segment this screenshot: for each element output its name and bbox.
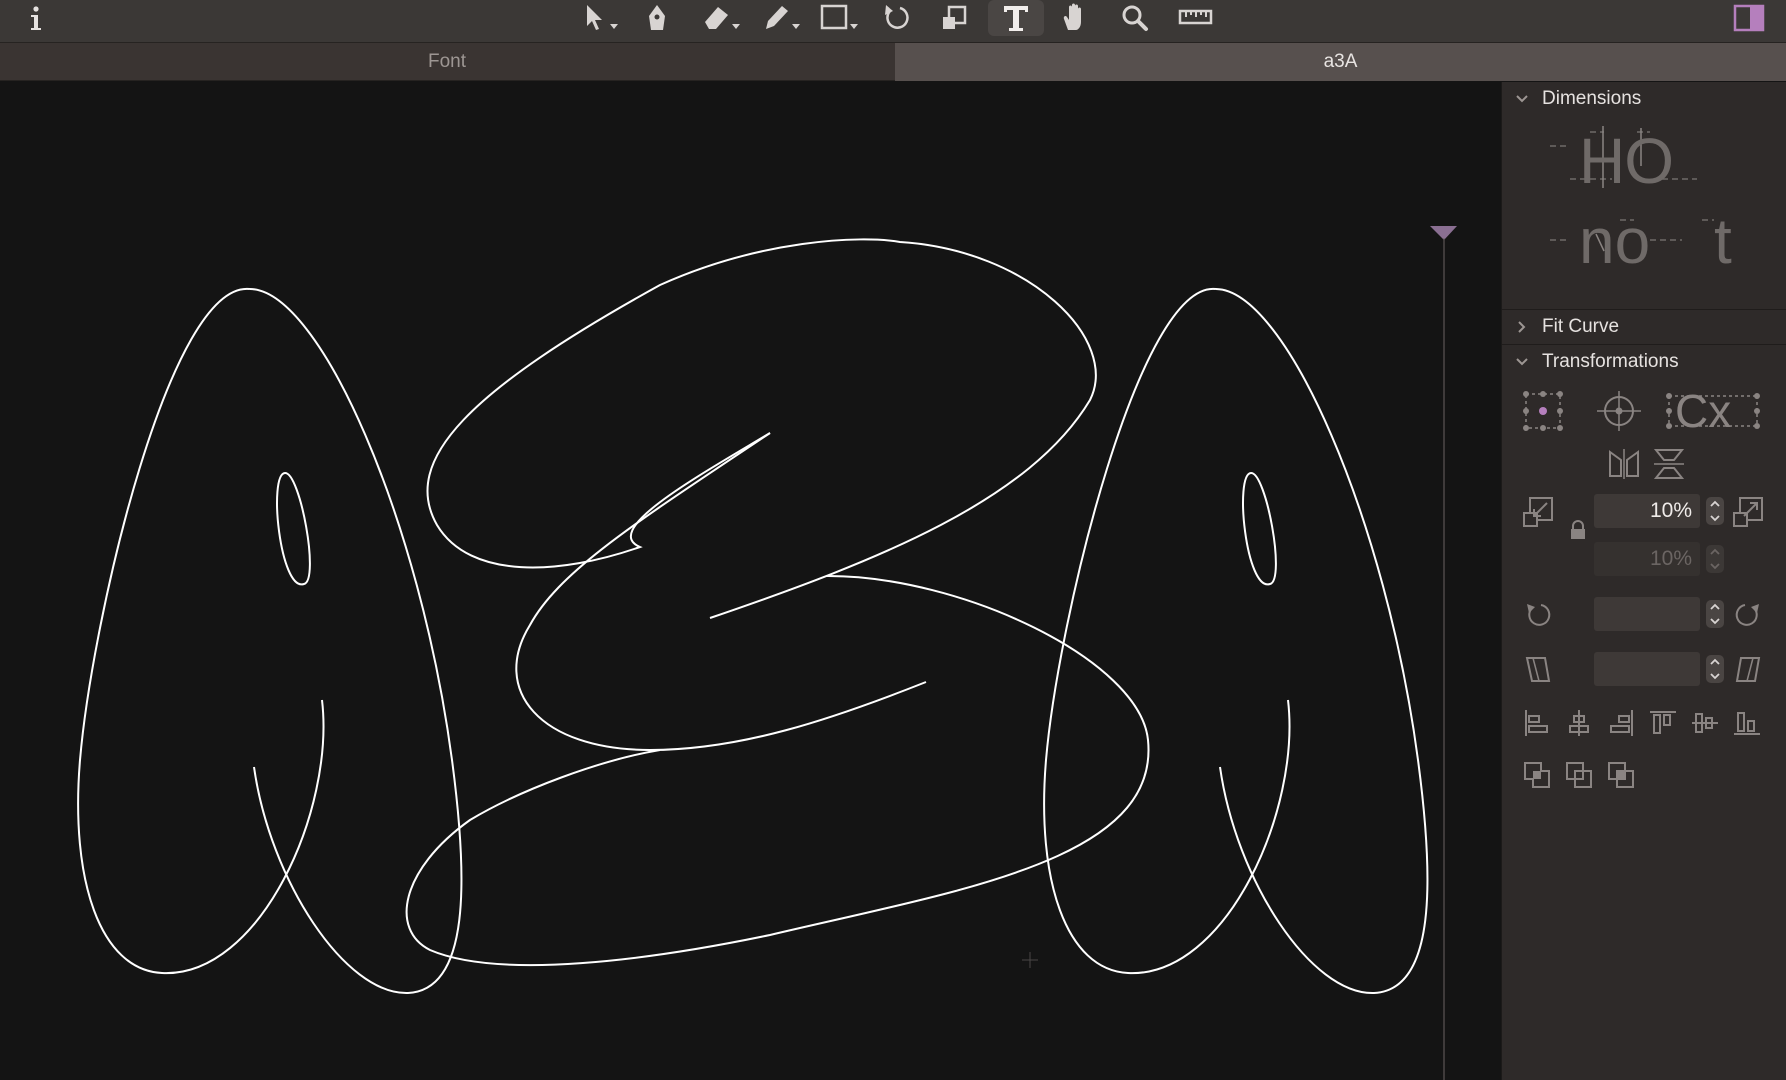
glyph-outlines[interactable] bbox=[0, 82, 1501, 1080]
slant-stepper[interactable] bbox=[1706, 655, 1724, 683]
pencil-tool-icon[interactable] bbox=[760, 0, 804, 36]
align-left-icon[interactable] bbox=[1520, 706, 1554, 740]
scale-x-input[interactable]: 10% bbox=[1594, 494, 1700, 528]
transform-origin-metrics-button[interactable] bbox=[1593, 387, 1645, 435]
scale-up-button[interactable] bbox=[1728, 492, 1768, 532]
subtract-icon[interactable] bbox=[1562, 758, 1596, 792]
rotate-input[interactable] bbox=[1594, 597, 1700, 631]
measure-tool-icon[interactable] bbox=[1176, 0, 1216, 36]
scale-y-input[interactable]: 10% bbox=[1594, 542, 1700, 576]
middle-glyph-lower-loop bbox=[405, 574, 1150, 967]
tab-bar: Font a3A bbox=[0, 43, 1786, 81]
advance-marker bbox=[1430, 226, 1457, 240]
tab-font-label: Font bbox=[427, 51, 467, 72]
align-bottom-icon[interactable] bbox=[1730, 706, 1764, 740]
transform-origin-selection-button[interactable] bbox=[1519, 387, 1567, 435]
chevron-down-icon bbox=[1502, 357, 1542, 367]
glyph-canvas[interactable] bbox=[0, 82, 1501, 1080]
dimensions-title: Dimensions bbox=[1542, 88, 1642, 109]
tab-font[interactable]: Font bbox=[0, 43, 894, 81]
scale-y-stepper[interactable] bbox=[1706, 545, 1724, 573]
chevron-right-icon bbox=[1502, 320, 1542, 334]
slant-right-button[interactable] bbox=[1730, 651, 1766, 687]
union-icon[interactable] bbox=[1520, 758, 1554, 792]
right-glyph-counter bbox=[1242, 471, 1277, 586]
align-middle-icon[interactable] bbox=[1688, 706, 1722, 740]
info-icon[interactable] bbox=[20, 0, 52, 36]
dimensions-preview: HO no t bbox=[1502, 116, 1786, 282]
transform-origin-glyph-button[interactable]: Cx bbox=[1663, 387, 1763, 435]
left-glyph-outer-contour bbox=[77, 287, 325, 975]
zoom-tool-icon[interactable] bbox=[1118, 0, 1152, 36]
slant-input[interactable] bbox=[1594, 652, 1700, 686]
rotate-clockwise-button[interactable] bbox=[1730, 596, 1766, 632]
intersect-icon[interactable] bbox=[1604, 758, 1638, 792]
hand-tool-icon[interactable] bbox=[1059, 0, 1093, 36]
dimensions-preview-ho: HO bbox=[1579, 125, 1674, 197]
origin-mark bbox=[1022, 952, 1038, 968]
transformations-header[interactable]: Transformations bbox=[1502, 345, 1786, 379]
rectangle-tool-icon[interactable] bbox=[818, 0, 864, 36]
rotate-tool-icon[interactable] bbox=[880, 0, 914, 36]
align-right-icon[interactable] bbox=[1604, 706, 1638, 740]
tab-a3a[interactable]: a3A bbox=[895, 43, 1786, 81]
pen-tool-icon[interactable] bbox=[643, 0, 673, 36]
dimensions-header[interactable]: Dimensions bbox=[1502, 82, 1786, 116]
left-glyph-tail bbox=[249, 288, 463, 995]
toolbar bbox=[0, 0, 1786, 43]
svg-text:Cx: Cx bbox=[1675, 389, 1731, 433]
right-panel: Dimensions HO no t Fit Curve Transformat… bbox=[1501, 82, 1786, 1080]
right-glyph-tail bbox=[1215, 288, 1429, 995]
lock-icon[interactable] bbox=[1566, 518, 1590, 542]
left-glyph-counter bbox=[276, 471, 311, 586]
text-tool-icon[interactable] bbox=[988, 0, 1044, 36]
select-tool-icon[interactable] bbox=[582, 0, 622, 36]
rotate-counterclockwise-button[interactable] bbox=[1520, 596, 1556, 632]
transformations-title: Transformations bbox=[1542, 351, 1679, 372]
right-glyph-outer-contour bbox=[1043, 287, 1291, 975]
scale-x-stepper[interactable] bbox=[1706, 497, 1724, 525]
fit-curve-title: Fit Curve bbox=[1542, 316, 1620, 337]
scale-tool-icon[interactable] bbox=[938, 0, 972, 36]
eraser-tool-icon[interactable] bbox=[700, 0, 744, 36]
slant-left-button[interactable] bbox=[1520, 651, 1556, 687]
chevron-down-icon bbox=[1502, 94, 1542, 104]
sidebar-toggle-icon[interactable] bbox=[1732, 0, 1766, 36]
middle-glyph-top-bowl bbox=[426, 238, 1097, 619]
dimensions-preview-t: t bbox=[1714, 205, 1732, 277]
mirror-horizontal-button[interactable] bbox=[1604, 444, 1644, 484]
dimensions-preview-no: no bbox=[1579, 205, 1651, 277]
rotate-stepper[interactable] bbox=[1706, 600, 1724, 628]
scale-down-button[interactable] bbox=[1518, 492, 1558, 532]
mirror-vertical-button[interactable] bbox=[1649, 444, 1689, 484]
align-center-icon[interactable] bbox=[1562, 706, 1596, 740]
align-top-icon[interactable] bbox=[1646, 706, 1680, 740]
tab-a3a-label: a3A bbox=[1323, 51, 1358, 72]
middle-glyph-bottom-bowl bbox=[515, 432, 927, 752]
fit-curve-header[interactable]: Fit Curve bbox=[1502, 310, 1786, 344]
